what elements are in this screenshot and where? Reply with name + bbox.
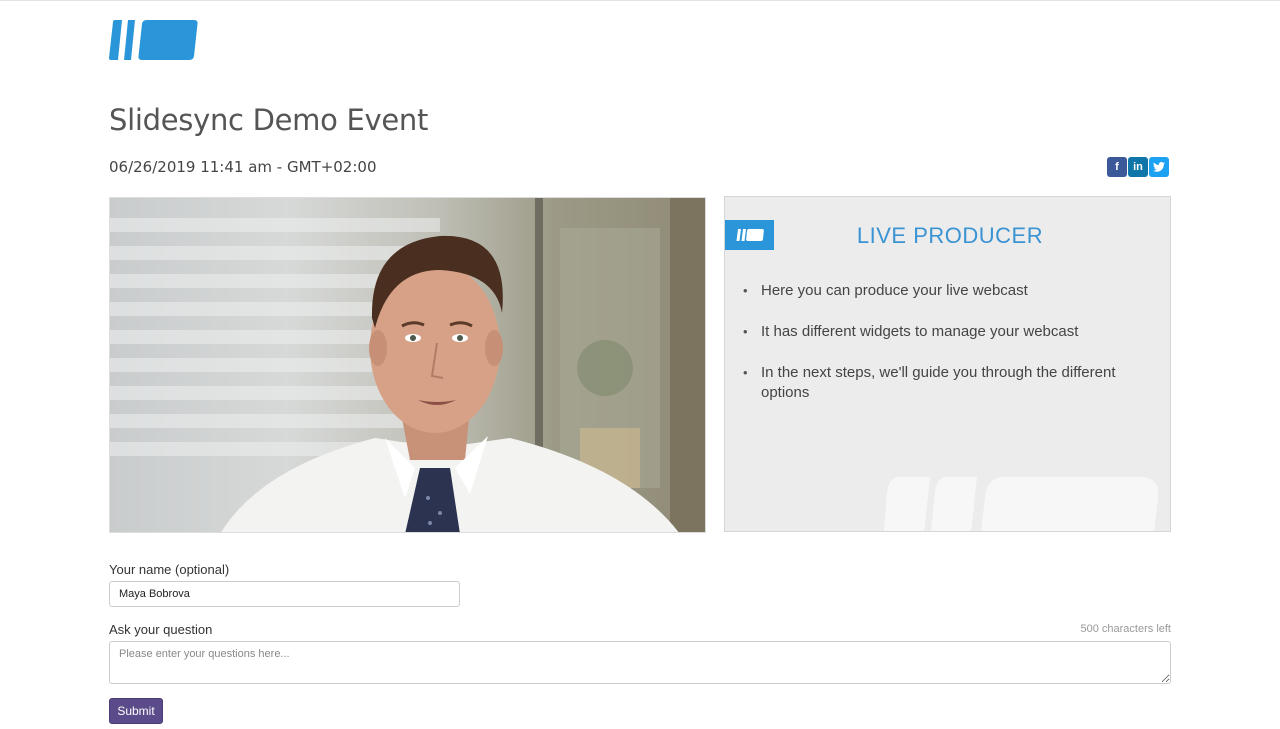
characters-left-counter: 500 characters left bbox=[1080, 623, 1172, 635]
slide-bullet-list: Here you can produce your live webcast I… bbox=[743, 281, 1143, 424]
twitter-icon[interactable] bbox=[1149, 157, 1169, 177]
slide-bullet: In the next steps, we'll guide you throu… bbox=[743, 363, 1143, 403]
slide-bullet: It has different widgets to manage your … bbox=[743, 322, 1143, 342]
event-datetime: 06/26/2019 11:41 am - GMT+02:00 bbox=[109, 158, 377, 176]
slidesync-logo-icon[interactable] bbox=[109, 20, 199, 60]
event-title: Slidesync Demo Event bbox=[109, 103, 429, 137]
slide-bullet: Here you can produce your live webcast bbox=[743, 281, 1143, 301]
top-divider bbox=[0, 0, 1280, 1]
linkedin-glyph: in bbox=[1133, 161, 1143, 173]
social-share-bar: f in bbox=[1107, 157, 1169, 177]
question-label: Ask your question bbox=[109, 622, 213, 637]
slidesync-logo-icon bbox=[736, 229, 764, 241]
facebook-glyph: f bbox=[1115, 161, 1119, 173]
linkedin-icon[interactable]: in bbox=[1128, 157, 1148, 177]
slide-badge bbox=[725, 220, 774, 250]
twitter-bird-icon bbox=[1153, 162, 1165, 172]
name-input[interactable] bbox=[109, 581, 460, 607]
submit-button[interactable]: Submit bbox=[109, 698, 163, 724]
question-textarea[interactable] bbox=[109, 641, 1171, 684]
watermark-logo-icon bbox=[883, 477, 1159, 531]
slide-panel: LIVE PRODUCER Here you can produce your … bbox=[724, 196, 1171, 532]
video-player[interactable] bbox=[109, 197, 706, 533]
name-label: Your name (optional) bbox=[109, 562, 230, 577]
presenter-video-frame bbox=[110, 198, 705, 532]
slide-title: LIVE PRODUCER bbox=[856, 223, 1044, 248]
facebook-icon[interactable]: f bbox=[1107, 157, 1127, 177]
